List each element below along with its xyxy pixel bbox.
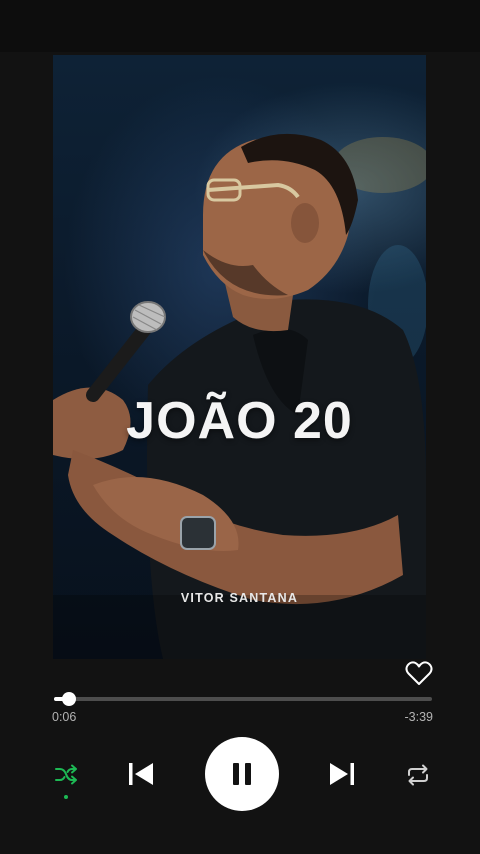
repeat-button[interactable] bbox=[405, 762, 431, 788]
repeat-icon bbox=[408, 764, 428, 786]
shuffle-active-indicator bbox=[64, 795, 68, 799]
elapsed-time: 0:06 bbox=[52, 710, 77, 724]
next-icon bbox=[330, 763, 354, 785]
album-cover: JOÃO 20 VITOR SANTANA bbox=[53, 55, 426, 659]
remaining-time: -3:39 bbox=[404, 710, 434, 724]
like-button[interactable] bbox=[404, 658, 434, 688]
next-button[interactable] bbox=[327, 759, 357, 789]
progress-handle[interactable] bbox=[62, 692, 77, 706]
status-bar bbox=[0, 0, 480, 52]
shuffle-button[interactable] bbox=[53, 762, 79, 788]
previous-button[interactable] bbox=[126, 759, 156, 789]
cover-title: JOÃO 20 bbox=[126, 392, 353, 450]
pause-button[interactable] bbox=[205, 737, 279, 811]
cover-artist: VITOR SANTANA bbox=[180, 591, 299, 605]
heart-icon bbox=[405, 661, 433, 685]
previous-icon bbox=[129, 763, 153, 785]
shuffle-icon bbox=[55, 764, 77, 785]
pause-icon bbox=[233, 763, 251, 785]
singer-photo bbox=[53, 133, 426, 659]
progress-bar[interactable] bbox=[54, 692, 432, 706]
